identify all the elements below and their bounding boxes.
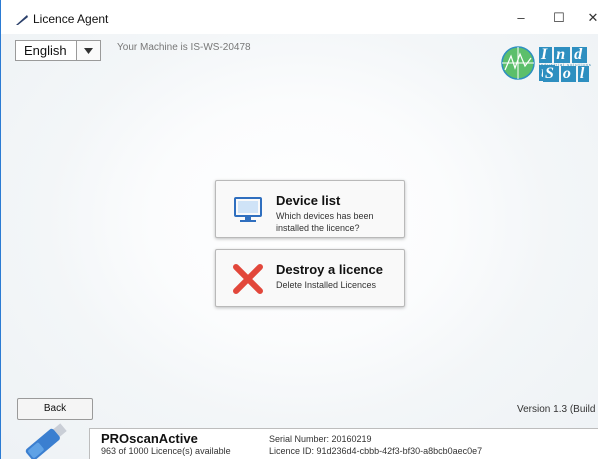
product-name: PROscanActive bbox=[101, 431, 198, 446]
licence-id: Licence ID: 91d236d4-cbbb-42f3-bf30-a8bc… bbox=[269, 446, 483, 456]
indusol-logo: Indu Sol industrial solutions bbox=[501, 44, 598, 82]
close-button[interactable]: ✕ bbox=[583, 9, 598, 27]
usb-dongle-icon bbox=[25, 423, 67, 459]
globe-icon bbox=[501, 46, 535, 80]
logo-letters-bottom: Sol bbox=[543, 65, 590, 82]
title-bar: Licence Agent – ☐ ✕ bbox=[1, 0, 598, 34]
serial-number: Serial Number: 20160219 bbox=[269, 434, 372, 444]
red-x-icon bbox=[233, 264, 263, 294]
language-select[interactable]: English bbox=[15, 40, 101, 61]
feather-icon bbox=[16, 15, 28, 25]
maximize-button[interactable]: ☐ bbox=[549, 9, 569, 27]
logo-tagline: industrial solutions bbox=[539, 62, 592, 67]
window-title: Licence Agent bbox=[33, 12, 109, 26]
device-list-button[interactable]: Device list Which devices has been insta… bbox=[215, 180, 405, 238]
device-list-title: Device list bbox=[276, 193, 341, 208]
monitor-icon bbox=[234, 197, 262, 222]
version-label: Version 1.3 (Build 38 bbox=[517, 404, 598, 415]
licence-agent-window: Licence Agent – ☐ ✕ English Your Machine… bbox=[0, 0, 598, 459]
licence-availability: 963 of 1000 Licence(s) available bbox=[101, 446, 231, 456]
destroy-licence-title: Destroy a licence bbox=[276, 262, 383, 277]
device-list-description: Which devices has been installed the lic… bbox=[276, 211, 374, 233]
minimize-button[interactable]: – bbox=[511, 9, 531, 27]
dropdown-arrow-icon[interactable] bbox=[76, 41, 100, 60]
destroy-licence-description: Delete Installed Licences bbox=[276, 280, 377, 290]
back-button[interactable]: Back bbox=[17, 398, 93, 420]
language-value: English bbox=[24, 43, 67, 58]
destroy-licence-button[interactable]: Destroy a licence Delete Installed Licen… bbox=[215, 249, 405, 307]
machine-label: Your Machine is IS-WS-20478 bbox=[117, 42, 251, 53]
